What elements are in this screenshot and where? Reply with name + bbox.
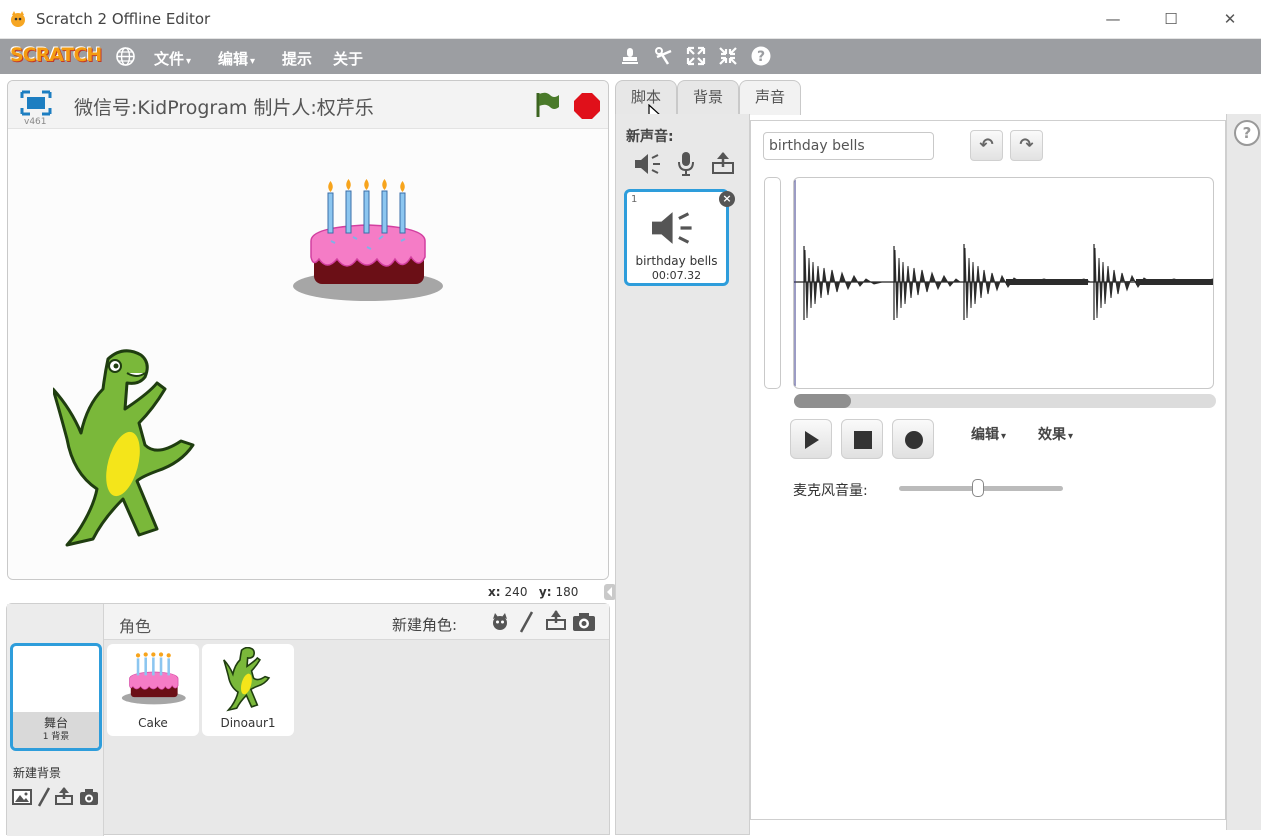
- sprites-header: 角色 新建角色:: [104, 604, 609, 640]
- volume-meter: [764, 177, 781, 389]
- menu-edit[interactable]: 编辑 ▾: [218, 48, 255, 69]
- waveform-graph: [794, 178, 1213, 388]
- tab-scripts[interactable]: 脚本: [615, 80, 677, 115]
- dinosaur-sprite[interactable]: [53, 349, 203, 554]
- window-title: Scratch 2 Offline Editor: [36, 10, 211, 28]
- record-button[interactable]: [892, 419, 934, 459]
- sound-list-pane: 新声音: 1 × birthday bells 00:07.32: [615, 114, 750, 835]
- version-label: v461: [24, 117, 47, 127]
- menu-about[interactable]: 关于: [333, 48, 363, 69]
- play-button[interactable]: [790, 419, 832, 459]
- sound-duration: 00:07.32: [651, 269, 702, 282]
- paint-backdrop-icon[interactable]: [36, 786, 52, 808]
- upload-backdrop-icon[interactable]: [54, 786, 74, 806]
- backdrop-library-icon[interactable]: [12, 788, 32, 806]
- camera-backdrop-icon[interactable]: [79, 788, 99, 806]
- menu-file[interactable]: 文件 ▾: [154, 48, 191, 69]
- language-globe-icon[interactable]: [115, 46, 136, 67]
- speaker-icon: [652, 212, 692, 244]
- redo-button[interactable]: ↷: [1010, 130, 1043, 161]
- sprite-tile-cake[interactable]: Cake: [107, 644, 199, 736]
- project-title[interactable]: 微信号:KidProgram 制片人:权芹乐: [74, 93, 374, 120]
- new-backdrop-label: 新建背景: [13, 766, 62, 780]
- edit-menu[interactable]: 编辑 ▾: [971, 424, 1006, 444]
- sound-library-icon[interactable]: [633, 152, 661, 176]
- sound-name-input[interactable]: [763, 132, 934, 160]
- sound-tile-birthday-bells[interactable]: 1 × birthday bells 00:07.32: [624, 189, 735, 286]
- x-coordinate: 240: [504, 585, 528, 599]
- mouse-coordinates: x: 240 y: 180: [488, 585, 579, 599]
- stage-header: v461 微信号:KidProgram 制片人:权芹乐: [8, 81, 608, 129]
- upload-sound-icon[interactable]: [711, 151, 735, 175]
- upload-sprite-icon[interactable]: [545, 609, 567, 631]
- cake-sprite[interactable]: [291, 179, 446, 304]
- waveform-scrollbar[interactable]: [794, 394, 1216, 408]
- sprite-name: Dinoaur1: [220, 716, 276, 730]
- new-sound-label: 新声音:: [626, 129, 674, 145]
- stop-button[interactable]: [841, 419, 883, 459]
- dinosaur-thumbnail: [223, 647, 271, 712]
- delete-sound-button[interactable]: ×: [719, 191, 735, 207]
- sound-name: birthday bells: [635, 254, 718, 268]
- play-icon: [805, 431, 819, 449]
- stop-sign-icon[interactable]: [573, 92, 601, 120]
- tab-sounds[interactable]: 声音: [739, 80, 801, 115]
- help-button[interactable]: ?: [1234, 120, 1260, 146]
- sprites-pane: 舞台 1 背景 新建背景 角色 新建角色: Cake Dinoaur1: [6, 603, 610, 836]
- scrollbar-thumb[interactable]: [794, 394, 851, 408]
- sprite-library-icon[interactable]: [489, 611, 511, 633]
- stage-column: 舞台 1 背景 新建背景: [7, 604, 104, 836]
- undo-button[interactable]: ↶: [970, 130, 1003, 161]
- new-sprite-label: 新建角色:: [392, 616, 458, 634]
- stage-thumbnail[interactable]: 舞台 1 背景: [10, 643, 102, 751]
- menu-tips[interactable]: 提示: [282, 48, 312, 69]
- shrink-icon[interactable]: [717, 45, 739, 67]
- grow-icon[interactable]: [685, 45, 707, 67]
- menu-bar: SCRATCH 文件 ▾ 编辑 ▾ 提示 关于 ?: [0, 39, 1261, 74]
- cake-thumbnail: [121, 652, 186, 705]
- close-window-button[interactable]: ✕: [1218, 8, 1242, 30]
- maximize-button[interactable]: ☐: [1159, 8, 1183, 30]
- stage-canvas[interactable]: [8, 129, 608, 579]
- effects-menu[interactable]: 效果 ▾: [1038, 424, 1073, 444]
- stop-icon: [854, 431, 872, 449]
- minimize-button[interactable]: —: [1101, 8, 1125, 30]
- stage-panel: v461 微信号:KidProgram 制片人:权芹乐: [7, 80, 609, 580]
- sound-index: 1: [631, 194, 638, 205]
- paint-sprite-icon[interactable]: [518, 610, 534, 634]
- presentation-mode-icon[interactable]: [20, 90, 52, 116]
- microphone-volume-label: 麦克风音量:: [793, 483, 868, 499]
- help-question-icon[interactable]: ?: [750, 45, 772, 67]
- record-icon: [905, 431, 923, 449]
- scratch-logo[interactable]: SCRATCH: [10, 44, 102, 66]
- window-title-bar: Scratch 2 Offline Editor — ☐ ✕: [0, 0, 1261, 39]
- sprite-name: Cake: [138, 716, 168, 730]
- editor-gutter: [1226, 114, 1261, 830]
- y-coordinate: 180: [555, 585, 579, 599]
- stage-thumbnail-caption: 舞台 1 背景: [13, 712, 99, 748]
- sprite-tile-dinoaur1[interactable]: Dinoaur1: [202, 644, 294, 736]
- scratch-cat-icon: [11, 11, 25, 27]
- sprites-title: 角色: [119, 617, 152, 636]
- camera-sprite-icon[interactable]: [572, 612, 596, 632]
- microphone-volume-knob[interactable]: [971, 479, 984, 497]
- tab-backdrops[interactable]: 背景: [677, 80, 739, 115]
- duplicate-stamp-icon[interactable]: [619, 45, 641, 67]
- delete-scissors-icon[interactable]: [652, 45, 674, 67]
- green-flag-icon[interactable]: [534, 91, 560, 119]
- waveform-view[interactable]: [793, 177, 1214, 389]
- svg-text:?: ?: [757, 49, 765, 65]
- record-microphone-icon[interactable]: [677, 151, 695, 177]
